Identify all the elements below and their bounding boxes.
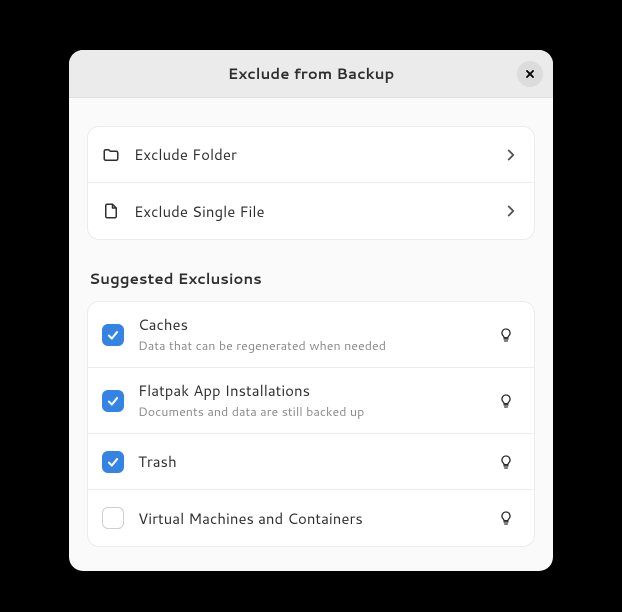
suggested-subtitle: Documents and data are still backed up	[138, 403, 492, 421]
folder-icon	[102, 146, 120, 164]
suggested-list: Caches Data that can be regenerated when…	[87, 301, 535, 547]
suggested-section-title: Suggested Exclusions	[87, 268, 535, 289]
suggested-text: Virtual Machines and Containers	[138, 508, 492, 529]
exclude-folder-label: Exclude Folder	[134, 144, 502, 165]
info-button[interactable]	[492, 448, 520, 476]
close-button[interactable]	[517, 61, 543, 87]
suggested-row-vm: Virtual Machines and Containers	[88, 490, 534, 546]
info-button[interactable]	[492, 321, 520, 349]
exclude-folder-row[interactable]: Exclude Folder	[88, 127, 534, 183]
checkbox-caches[interactable]	[102, 324, 124, 346]
lightbulb-icon	[498, 327, 514, 343]
suggested-text: Trash	[138, 451, 492, 472]
suggested-row-trash: Trash	[88, 434, 534, 490]
dialog-header: Exclude from Backup	[69, 50, 553, 98]
checkbox-vm[interactable]	[102, 507, 124, 529]
check-icon	[106, 394, 120, 408]
checkbox-trash[interactable]	[102, 451, 124, 473]
check-icon	[106, 328, 120, 342]
close-icon	[524, 68, 536, 80]
check-icon	[106, 455, 120, 469]
exclude-dialog: Exclude from Backup Exclude Folder	[69, 50, 553, 571]
exclude-file-label: Exclude Single File	[134, 201, 502, 222]
action-list: Exclude Folder Exclude Single File	[87, 126, 535, 240]
suggested-row-flatpak: Flatpak App Installations Documents and …	[88, 368, 534, 434]
suggested-title: Flatpak App Installations	[138, 380, 492, 401]
suggested-title: Virtual Machines and Containers	[138, 508, 492, 529]
suggested-title: Caches	[138, 314, 492, 335]
chevron-right-icon	[502, 202, 520, 220]
lightbulb-icon	[498, 393, 514, 409]
exclude-file-row[interactable]: Exclude Single File	[88, 183, 534, 239]
suggested-text: Caches Data that can be regenerated when…	[138, 314, 492, 355]
suggested-subtitle: Data that can be regenerated when needed	[138, 337, 492, 355]
file-icon	[102, 202, 120, 220]
lightbulb-icon	[498, 454, 514, 470]
chevron-right-icon	[502, 146, 520, 164]
lightbulb-icon	[498, 510, 514, 526]
dialog-title: Exclude from Backup	[228, 63, 395, 84]
suggested-text: Flatpak App Installations Documents and …	[138, 380, 492, 421]
suggested-title: Trash	[138, 451, 492, 472]
dialog-content: Exclude Folder Exclude Single File Sugge…	[69, 98, 553, 571]
info-button[interactable]	[492, 387, 520, 415]
suggested-row-caches: Caches Data that can be regenerated when…	[88, 302, 534, 368]
info-button[interactable]	[492, 504, 520, 532]
checkbox-flatpak[interactable]	[102, 390, 124, 412]
